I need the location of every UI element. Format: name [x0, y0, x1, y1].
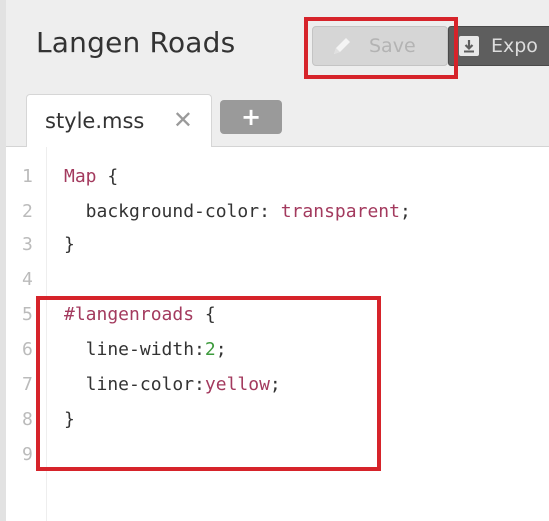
tab-label: style.mss: [45, 109, 145, 133]
line-number: 9: [22, 444, 33, 465]
code-highlight-box: [36, 296, 381, 471]
code-token: transparent: [280, 201, 400, 222]
code-token: {: [96, 166, 119, 187]
tab-bar: style.mss ✕ +: [6, 88, 549, 147]
line-number: 3: [22, 234, 33, 255]
export-button[interactable]: Expo: [448, 26, 549, 66]
line-number: 5: [22, 304, 33, 325]
download-icon: [459, 36, 479, 56]
code-line: background-color: transparent;: [64, 201, 411, 222]
line-number: 6: [22, 339, 33, 360]
line-number: 4: [22, 269, 33, 290]
close-icon[interactable]: ✕: [173, 108, 193, 132]
line-number: 8: [22, 409, 33, 430]
code-line: Map {: [64, 166, 118, 187]
tab-style-mss[interactable]: style.mss ✕: [26, 94, 212, 147]
code-token: Map: [64, 166, 97, 187]
line-number: 2: [22, 201, 33, 222]
project-title: Langen Roads: [36, 26, 236, 59]
code-token: ;: [399, 201, 411, 222]
code-token: }: [64, 234, 75, 255]
export-button-label: Expo: [491, 35, 538, 57]
line-number: 1: [22, 166, 33, 187]
line-number: 7: [22, 374, 33, 395]
code-token: background-color:: [64, 201, 281, 222]
add-tab-button[interactable]: +: [220, 100, 282, 134]
save-highlight-box: [304, 17, 458, 79]
code-line: }: [64, 234, 75, 255]
